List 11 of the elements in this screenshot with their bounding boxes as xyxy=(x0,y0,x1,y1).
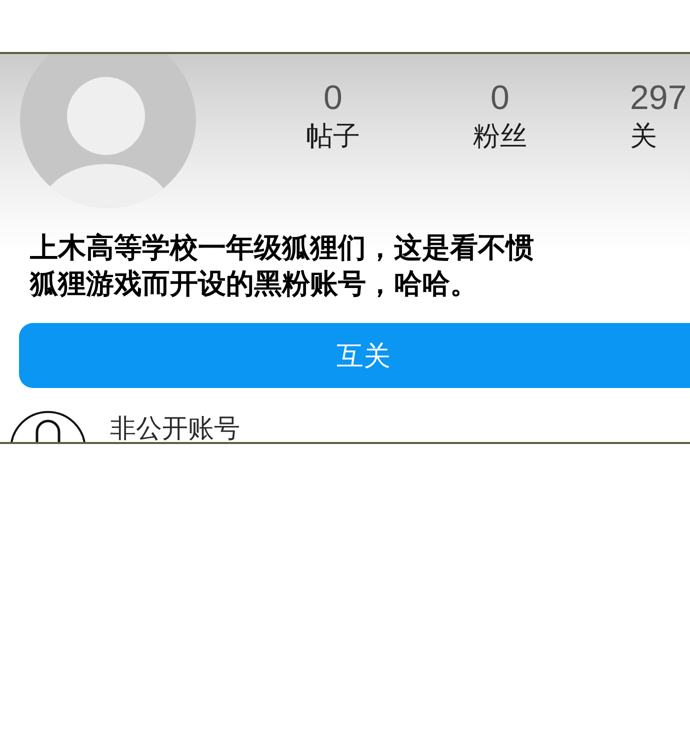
private-account-label: 非公开账号 xyxy=(110,414,240,442)
stat-label: 帖子 xyxy=(306,120,360,152)
lock-icon xyxy=(9,410,87,442)
stat-count: 0 xyxy=(324,80,342,116)
follow-back-button[interactable]: 互关 xyxy=(19,323,690,388)
profile-bio: 上木高等学校一年级狐狸们，这是看不惯狐狸游戏而开设的黑粉账号，哈哈。 xyxy=(30,231,535,301)
stat-count: 0 xyxy=(490,80,510,116)
stat-label: 关 xyxy=(630,120,657,152)
stat-label: 粉丝 xyxy=(473,120,527,152)
avatar-icon xyxy=(19,54,197,210)
stat-count: 297 xyxy=(630,80,687,116)
